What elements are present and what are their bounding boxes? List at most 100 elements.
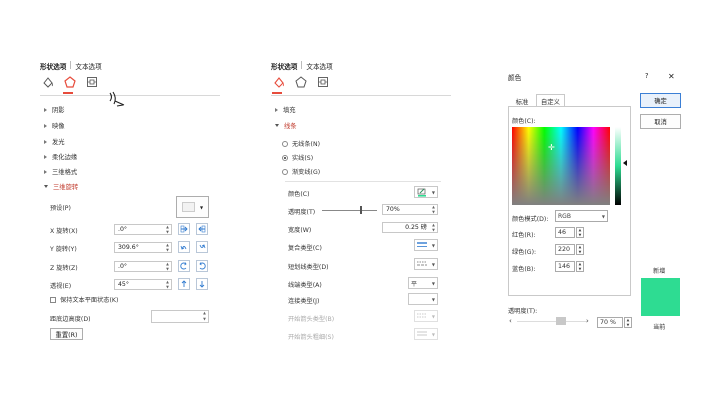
compound-type-dropdown[interactable]: ▼ (414, 239, 438, 251)
fill-line-icon[interactable] (42, 76, 54, 88)
blue-input[interactable]: 146 (555, 261, 575, 272)
fill-line-icon[interactable] (273, 76, 285, 88)
radio-no-line[interactable]: 无线条(N) (282, 139, 320, 148)
color-spectrum-picker[interactable] (512, 127, 610, 205)
blue-stepper[interactable]: ▲ ▼ (576, 261, 584, 272)
red-stepper[interactable]: ▲ ▼ (576, 227, 584, 238)
begin-arrow-type-dropdown[interactable]: ▼ (414, 310, 438, 322)
line-color-dropdown[interactable]: ▼ (414, 186, 438, 198)
tab-shape-options[interactable]: 形状选项 (271, 61, 297, 71)
reset-button[interactable]: 重置(R) (50, 328, 83, 340)
panel1-tabs: 形状选项 文本选项 (40, 61, 102, 71)
current-color-label: 当前 (653, 324, 666, 331)
transparency-slider-thumb[interactable] (360, 206, 362, 214)
line-transparency-input[interactable]: 70% ▲ ▼ (382, 204, 438, 215)
cap-type-dropdown[interactable]: 平 ▼ (408, 277, 438, 289)
perspective-input[interactable]: 45° ▲ ▼ (114, 279, 172, 290)
z-rotation-label: Z 旋转(Z) (50, 265, 78, 272)
y-rotation-input[interactable]: 309.6° ▲ ▼ (114, 242, 172, 253)
cancel-button[interactable]: 取消 (640, 114, 681, 129)
slider-right-arrow-icon[interactable]: › (586, 317, 589, 325)
dialog-title: 颜色 (508, 74, 522, 82)
red-input[interactable]: 46 (555, 227, 575, 238)
slider-left-arrow-icon[interactable]: ‹ (509, 317, 512, 325)
size-properties-icon[interactable] (86, 76, 98, 88)
radio-solid-line[interactable]: 实线(S) (282, 153, 313, 162)
ok-button[interactable]: 确定 (640, 93, 681, 108)
dialog-transparency-label: 透明度(T): (508, 308, 538, 315)
y-rotation-label: Y 旋转(Y) (50, 246, 77, 253)
size-properties-icon[interactable] (317, 76, 329, 88)
luminance-pointer-icon[interactable] (623, 160, 627, 166)
perspective-label: 透视(E) (50, 283, 72, 290)
keep-text-flat-checkbox[interactable]: 保持文本平面状态(K) (50, 295, 118, 304)
section-reflection[interactable]: 映像 (44, 121, 65, 130)
section-soft-edges[interactable]: 柔化边缘 (44, 152, 77, 161)
dialog-transparency-input[interactable]: 70 % (597, 317, 623, 328)
transparency-slider-track[interactable] (322, 210, 377, 211)
begin-arrow-size-label: 开始箭头粗细(S) (288, 334, 334, 341)
cap-type-label: 线端类型(A) (288, 282, 322, 289)
section-fill[interactable]: 填充 (275, 105, 296, 114)
y-rotate-up-button[interactable] (178, 241, 190, 253)
preset-dropdown[interactable]: ▼ (176, 196, 209, 218)
z-rotate-cw-button[interactable] (196, 260, 208, 272)
join-type-dropdown[interactable]: ▼ (408, 293, 438, 305)
color-model-label: 颜色模式(D): (512, 216, 549, 223)
color-model-dropdown[interactable]: RGB ▼ (555, 210, 608, 222)
arrow-size-icon (417, 331, 427, 336)
radio-divider (285, 181, 441, 182)
begin-arrow-type-label: 开始箭头类型(B) (288, 316, 335, 323)
y-rotate-down-button[interactable] (196, 241, 208, 253)
dash-type-label: 短划线类型(D) (288, 264, 329, 271)
compound-type-label: 复合类型(C) (288, 245, 322, 252)
radio-gradient-line[interactable]: 渐变线(G) (282, 167, 320, 176)
preset-shape-icon (181, 202, 195, 212)
dialog-transparency-stepper[interactable]: ▲ ▼ (624, 317, 632, 328)
effects-pentagon-icon[interactable] (64, 76, 76, 88)
begin-arrow-size-dropdown[interactable]: ▼ (414, 328, 438, 340)
green-stepper[interactable]: ▲ ▼ (576, 244, 584, 255)
dialog-transparency-thumb[interactable] (556, 317, 566, 325)
x-rotation-label: X 旋转(X) (50, 228, 78, 235)
perspective-down-button[interactable] (196, 278, 208, 290)
section-3d-rotation[interactable]: 三维旋转 (44, 182, 78, 191)
tab-text-options[interactable]: 文本选项 (306, 61, 332, 71)
panel1-icon-row (42, 76, 98, 88)
blue-label: 蓝色(B): (512, 266, 536, 273)
panel2-tabs: 形状选项 文本选项 (271, 61, 333, 71)
effects-pentagon-icon[interactable] (295, 76, 307, 88)
green-label: 绿色(G): (512, 249, 537, 256)
section-3d-format[interactable]: 三维格式 (44, 167, 77, 176)
line-width-input[interactable]: 0.25 磅 ▲ ▼ (382, 222, 438, 233)
x-rotation-input[interactable]: .0° ▲ ▼ (114, 224, 172, 235)
distance-from-ground-input[interactable]: ▲ ▼ (151, 310, 209, 323)
section-shadow[interactable]: 阴影 (44, 105, 65, 114)
help-icon[interactable]: ? (645, 72, 649, 80)
green-input[interactable]: 220 (555, 244, 575, 255)
dash-type-dropdown[interactable]: ▼ (414, 258, 438, 270)
section-line[interactable]: 线条 (275, 121, 297, 130)
perspective-up-button[interactable] (178, 278, 190, 290)
z-rotate-ccw-button[interactable] (178, 260, 190, 272)
luminance-slider[interactable] (615, 127, 621, 205)
dash-lines-icon (417, 261, 427, 266)
join-type-label: 连接类型(J) (288, 298, 320, 305)
x-rotate-left-button[interactable] (178, 223, 190, 235)
line-transparency-label: 透明度(T) (288, 209, 316, 216)
x-rotate-right-button[interactable] (196, 223, 208, 235)
line-width-label: 宽度(W) (288, 227, 312, 234)
arrow-type-icon (417, 313, 427, 318)
tab-shape-options[interactable]: 形状选项 (40, 61, 66, 71)
panel2-divider (271, 95, 451, 96)
active-tab-underline (272, 92, 282, 94)
section-glow[interactable]: 发光 (44, 137, 65, 146)
tab-text-options[interactable]: 文本选项 (75, 61, 101, 71)
keep-text-flat-label: 保持文本平面状态(K) (60, 297, 119, 304)
z-rotation-input[interactable]: .0° ▲ ▼ (114, 261, 172, 272)
chevron-down-icon: ▼ (199, 204, 204, 210)
preset-label: 预设(P) (50, 205, 71, 212)
dialog-transparency-track[interactable] (517, 321, 587, 322)
panel1-divider (40, 95, 220, 96)
close-icon[interactable]: ✕ (668, 72, 675, 81)
